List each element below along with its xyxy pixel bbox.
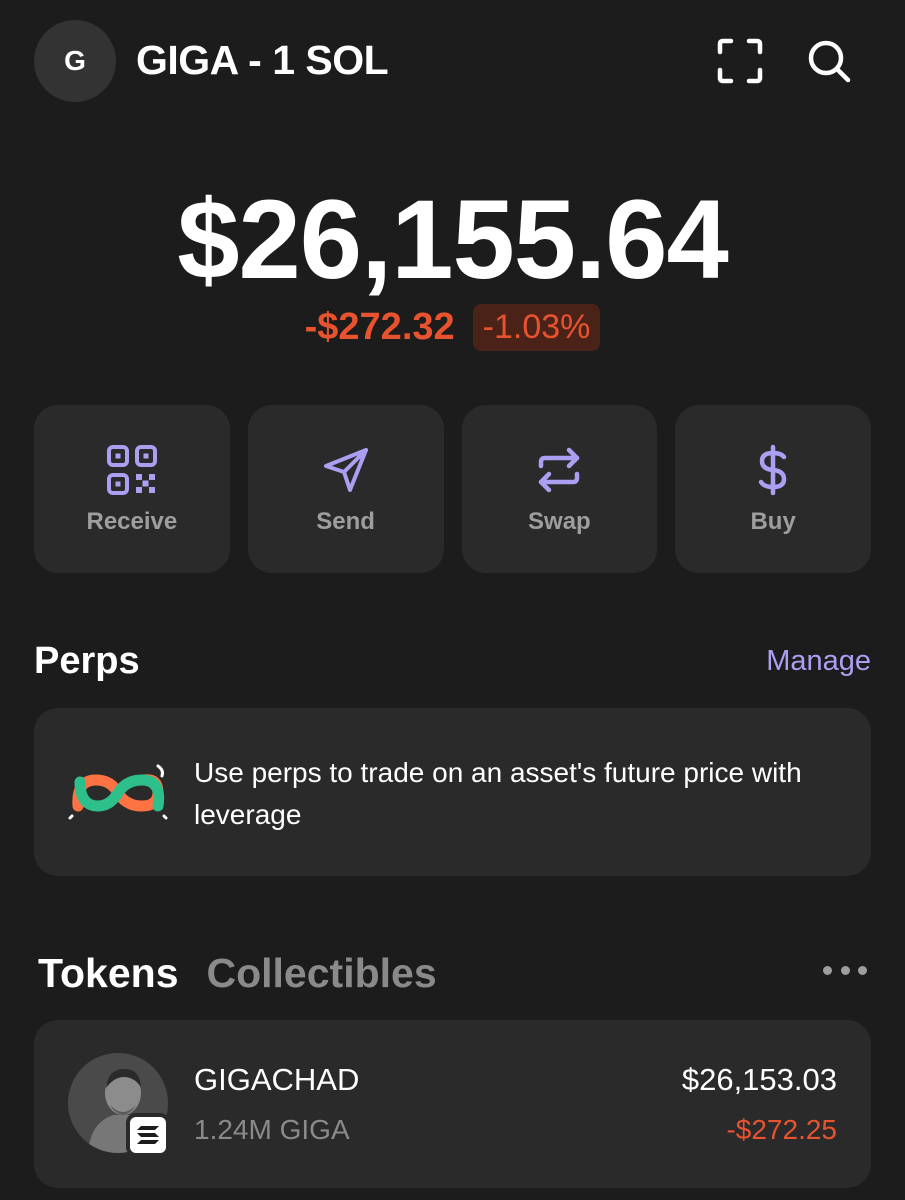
receive-button[interactable]: Receive [34, 405, 230, 573]
account-name[interactable]: GIGA - 1 SOL [136, 37, 389, 84]
more-dot-icon [840, 965, 850, 975]
more-dot-icon [823, 965, 832, 975]
more-options-button[interactable] [823, 955, 867, 985]
balance-change-value: -$272.32 [304, 306, 455, 348]
search-icon [808, 40, 851, 83]
manage-link[interactable]: Manage [766, 645, 871, 678]
token-row[interactable]: GIGACHAD 1.24M GIGA $26,153.03 -$272.25 [34, 1020, 871, 1188]
buy-button[interactable]: Buy [675, 405, 871, 573]
swap-label: Swap [528, 508, 591, 535]
dollar-icon [745, 442, 801, 498]
perps-title: Perps [34, 640, 140, 682]
send-label: Send [316, 508, 375, 535]
perps-description: Use perps to trade on an asset's future … [194, 757, 802, 830]
tab-tokens[interactable]: Tokens [38, 950, 179, 997]
receive-label: Receive [86, 508, 178, 535]
more-dot-icon [858, 965, 867, 975]
token-name: GIGACHAD [194, 1062, 360, 1097]
total-balance: $26,155.64 [177, 177, 729, 302]
perps-card[interactable]: Use perps to trade on an asset's future … [34, 708, 871, 876]
qr-code-icon [104, 442, 160, 498]
action-buttons: Receive Send Swap Buy [34, 405, 871, 573]
token-change: -$272.25 [726, 1114, 837, 1145]
asset-tabs: Tokens Collectibles [38, 950, 437, 997]
account-avatar[interactable]: G [34, 20, 116, 102]
header: G GIGA - 1 SOL [34, 20, 871, 102]
solana-badge-icon [126, 1113, 170, 1157]
scan-button[interactable] [715, 36, 765, 86]
buy-label: Buy [750, 508, 796, 535]
swap-icon [531, 442, 587, 498]
search-button[interactable] [804, 36, 854, 86]
tab-collectibles[interactable]: Collectibles [207, 950, 437, 997]
perps-infinity-icon [66, 758, 171, 828]
swap-button[interactable]: Swap [461, 405, 658, 573]
token-value: $26,153.03 [681, 1062, 837, 1097]
send-button[interactable]: Send [247, 405, 444, 573]
wallet-home: G GIGA - 1 SOL $26,155.64 -$272.32 -1.03… [0, 0, 905, 1200]
scan-icon [717, 38, 763, 84]
token-amount: 1.24M GIGA [194, 1114, 350, 1145]
balance-change: -$272.32 -1.03% [0, 304, 905, 351]
balance-change-percent-badge: -1.03% [472, 304, 601, 351]
send-icon [318, 442, 374, 498]
